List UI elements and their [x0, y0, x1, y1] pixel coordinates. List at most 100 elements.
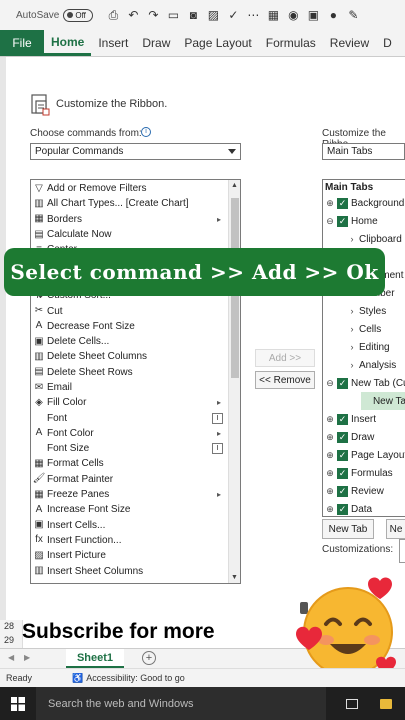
tab-home[interactable]: Home: [44, 30, 92, 56]
tree-item[interactable]: ⊕✓Background R: [325, 194, 405, 212]
tree-item[interactable]: ⊕ ✓ Draw: [325, 428, 405, 446]
expand-icon[interactable]: ⊕: [325, 414, 335, 425]
screen-icon[interactable]: ▣: [303, 8, 323, 22]
customize-ribbon-dropdown[interactable]: Main Tabs: [322, 143, 405, 160]
next-sheet-icon[interactable]: ▶: [24, 653, 30, 662]
command-item[interactable]: ✉ Email: [31, 380, 227, 395]
command-item[interactable]: ◈ Fill Color ▸: [31, 395, 227, 410]
checkbox[interactable]: ✓: [337, 197, 348, 209]
tree-item[interactable]: ⊕ ✓ Data: [325, 500, 405, 516]
checkbox[interactable]: ✓: [337, 485, 348, 497]
tree-item[interactable]: › Styles: [325, 302, 405, 320]
command-item[interactable]: Font I: [31, 410, 227, 425]
command-item[interactable]: ▦ Borders ▸: [31, 212, 227, 227]
table-icon[interactable]: ▦: [263, 8, 283, 22]
tree-item[interactable]: ⊕ ✓ Formulas: [325, 464, 405, 482]
command-item[interactable]: 🖌 Format Painter: [31, 472, 227, 487]
camera-icon[interactable]: ◙: [183, 8, 203, 22]
accessibility-icon[interactable]: ♿: [72, 673, 83, 684]
tab-insert[interactable]: Insert: [91, 30, 135, 56]
tab-page-layout[interactable]: Page Layout: [177, 30, 258, 56]
task-view-icon[interactable]: [346, 698, 358, 709]
checkbox[interactable]: ✓: [337, 503, 348, 515]
folder-icon[interactable]: ▭: [163, 8, 183, 22]
reset-dropdown[interactable]: [399, 539, 405, 563]
command-item[interactable]: ▣ Delete Cells...: [31, 334, 227, 349]
tree-item[interactable]: ⊖ ✓ New Tab (Cu: [325, 374, 405, 392]
command-item[interactable]: A Decrease Font Size: [31, 319, 227, 334]
autosave-toggle[interactable]: Off: [63, 8, 94, 22]
scroll-up-icon[interactable]: ▲: [231, 182, 238, 189]
command-item[interactable]: ▦ Format Cells: [31, 456, 227, 471]
redo-icon[interactable]: ↷: [143, 8, 163, 22]
expand-icon[interactable]: ›: [347, 234, 357, 244]
commands-listbox[interactable]: ▽ Add or Remove Filters ▥ All Chart Types..…: [30, 179, 241, 584]
checkbox[interactable]: ✓: [337, 449, 348, 461]
checkbox[interactable]: ✓: [337, 377, 348, 389]
expand-icon[interactable]: ⊖: [325, 378, 335, 389]
prev-sheet-icon[interactable]: ◀: [8, 653, 14, 662]
image-icon[interactable]: ▨: [203, 8, 223, 22]
command-item[interactable]: ▨ Insert Picture: [31, 548, 227, 563]
command-item[interactable]: ✂ Cut: [31, 303, 227, 318]
windows-start-icon[interactable]: [0, 687, 36, 720]
tree-item[interactable]: ⊕ ✓ Review: [325, 482, 405, 500]
checkbox[interactable]: ✓: [337, 215, 348, 227]
tab-data[interactable]: D: [376, 30, 399, 56]
command-item[interactable]: ▽ Add or Remove Filters: [31, 181, 227, 196]
command-item[interactable]: Font Size I: [31, 441, 227, 456]
command-item[interactable]: ▥ Delete Sheet Columns: [31, 349, 227, 364]
undo-icon[interactable]: ↶: [123, 8, 143, 22]
command-item[interactable]: ▣ Insert Cells...: [31, 518, 227, 533]
sheet-tab-sheet1[interactable]: Sheet1: [66, 649, 124, 668]
tree-item[interactable]: › Analysis: [325, 356, 405, 374]
command-item[interactable]: ▦ Freeze Panes ▸: [31, 487, 227, 502]
taskbar-search-box[interactable]: Search the web and Windows: [36, 687, 326, 720]
expand-icon[interactable]: ⊕: [325, 468, 335, 479]
ribbon-tabs-tree[interactable]: Main Tabs ⊕✓Background R⊖✓Home›Clipboard…: [322, 179, 405, 517]
expand-icon[interactable]: ⊕: [325, 450, 335, 461]
tree-item[interactable]: › Editing: [325, 338, 405, 356]
file-explorer-icon[interactable]: [380, 698, 392, 709]
tab-formulas[interactable]: Formulas: [259, 30, 323, 56]
expand-icon[interactable]: ⊕: [325, 198, 335, 209]
account-icon[interactable]: ●: [323, 8, 343, 22]
more-icon[interactable]: ⋯: [243, 8, 263, 22]
command-item[interactable]: ▤ Calculate Now: [31, 227, 227, 242]
new-group-button[interactable]: Ne: [386, 519, 405, 539]
save-icon[interactable]: ⎙: [103, 8, 123, 23]
tree-item[interactable]: ⊖ ✓ Home: [325, 212, 405, 230]
pen-icon[interactable]: ✎: [343, 8, 363, 22]
checkbox[interactable]: ✓: [337, 467, 348, 479]
spelling-icon[interactable]: ✓: [223, 8, 243, 22]
commands-scrollbar[interactable]: ▲ ▼: [228, 180, 240, 583]
remove-button[interactable]: << Remove: [255, 371, 315, 389]
tab-draw[interactable]: Draw: [135, 30, 177, 56]
add-sheet-button[interactable]: +: [142, 651, 156, 665]
tree-item[interactable]: › Clipboard: [325, 230, 405, 248]
command-item[interactable]: ▥ All Chart Types... [Create Chart]: [31, 196, 227, 211]
scroll-down-icon[interactable]: ▼: [231, 574, 238, 581]
view-icon[interactable]: ◉: [283, 8, 303, 22]
choose-commands-dropdown[interactable]: Popular Commands: [30, 143, 241, 160]
checkbox[interactable]: ✓: [337, 431, 348, 443]
expand-icon[interactable]: ›: [347, 306, 357, 316]
expand-icon[interactable]: ⊕: [325, 504, 335, 515]
expand-icon[interactable]: ⊕: [325, 486, 335, 497]
command-item[interactable]: A Increase Font Size: [31, 502, 227, 517]
command-item[interactable]: A Font Color ▸: [31, 426, 227, 441]
expand-icon[interactable]: ›: [347, 342, 357, 352]
accessibility-status[interactable]: Accessibility: Good to go: [86, 673, 185, 683]
command-item[interactable]: ▤ Delete Sheet Rows: [31, 365, 227, 380]
tree-item[interactable]: ⊕ ✓ Insert: [325, 410, 405, 428]
expand-icon[interactable]: ›: [347, 360, 357, 370]
expand-icon[interactable]: ›: [347, 324, 357, 334]
tree-item[interactable]: › Cells: [325, 320, 405, 338]
new-tab-button[interactable]: New Tab: [322, 519, 374, 539]
expand-icon[interactable]: ⊕: [325, 432, 335, 443]
checkbox[interactable]: ✓: [337, 413, 348, 425]
file-tab[interactable]: File: [0, 30, 44, 56]
tree-item[interactable]: ⊕ ✓ Page Layout: [325, 446, 405, 464]
tab-review[interactable]: Review: [323, 30, 376, 56]
command-item[interactable]: fx Insert Function...: [31, 533, 227, 548]
